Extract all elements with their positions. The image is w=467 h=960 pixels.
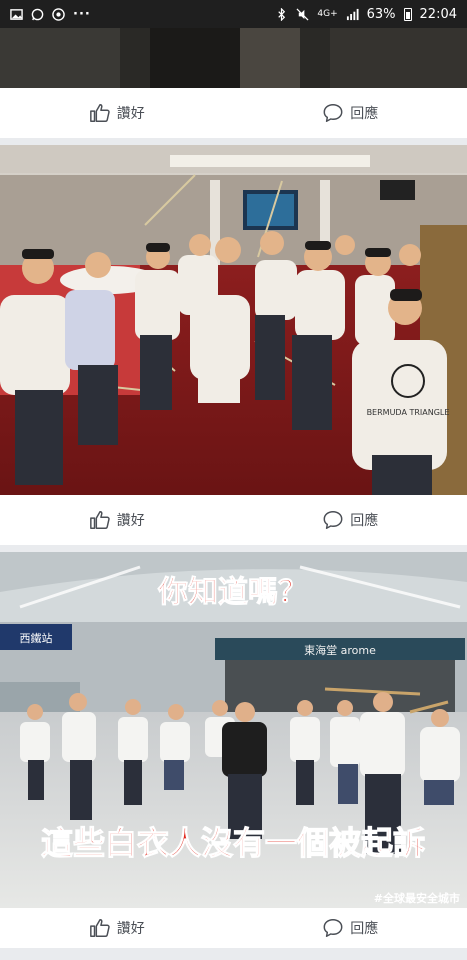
status-bar: ··· 4G+ 63% 22:04	[0, 0, 467, 28]
like-label: 讚好	[116, 921, 145, 937]
comment-icon	[323, 919, 343, 937]
post-photo-3[interactable]: 東海堂 arome 西鐵站 你知道嗎？ 這些白衣人沒有一個被起訴 #全球最安全城…	[0, 552, 467, 908]
like-button[interactable]: 讚好	[0, 917, 234, 939]
chrome-icon	[52, 7, 65, 21]
comment-button[interactable]: 回應	[234, 102, 467, 124]
signal-icon	[346, 8, 359, 20]
clock: 22:04	[419, 6, 457, 22]
shirt-print: BERMUDA TRIANGLE	[367, 408, 450, 417]
notification-icons: ···	[10, 7, 91, 22]
system-indicators: 4G+ 63% 22:04	[275, 7, 457, 22]
mute-icon	[296, 8, 309, 20]
comment-label: 回應	[350, 513, 379, 529]
station-sign: 西鐵站	[20, 631, 53, 645]
post-separator	[0, 948, 467, 960]
watermark: #全球最安全城市	[374, 891, 460, 905]
more-notifications-icon: ···	[73, 6, 91, 22]
battery-percent: 63%	[366, 6, 396, 22]
battery-icon	[403, 7, 412, 21]
post-photo-2[interactable]: BERMUDA TRIANGLE	[0, 145, 467, 495]
post-separator	[0, 138, 467, 145]
like-button[interactable]: 讚好	[0, 102, 234, 124]
photo-1-image	[0, 28, 467, 88]
post-actions-3: 讚好 回應	[0, 908, 467, 948]
post-photo-1[interactable]	[0, 28, 467, 88]
comment-label: 回應	[350, 921, 379, 937]
whatsapp-icon	[31, 8, 44, 20]
post-actions-1: 讚好 回應	[0, 88, 467, 138]
photo-2-image: BERMUDA TRIANGLE	[0, 145, 467, 495]
like-label: 讚好	[116, 513, 145, 529]
comment-icon	[323, 104, 343, 122]
gallery-icon	[10, 8, 23, 20]
comment-icon	[323, 511, 343, 529]
thumbs-up-icon	[89, 919, 110, 937]
like-label: 讚好	[116, 106, 145, 122]
caption: 這些白衣人沒有一個被起訴	[41, 824, 425, 862]
comment-button[interactable]: 回應	[234, 509, 467, 531]
comment-label: 回應	[350, 106, 379, 122]
thumbs-up-icon	[89, 104, 110, 122]
like-button[interactable]: 讚好	[0, 509, 234, 531]
comment-button[interactable]: 回應	[234, 917, 467, 939]
post-actions-2: 讚好 回應	[0, 495, 467, 545]
photo-3-image: 東海堂 arome 西鐵站 你知道嗎？ 這些白衣人沒有一個被起訴 #全球最安全城…	[0, 552, 467, 908]
headline: 你知道嗎？	[157, 575, 308, 610]
post-separator	[0, 545, 467, 552]
thumbs-up-icon	[89, 511, 110, 529]
shop-sign: 東海堂 arome	[304, 643, 376, 657]
bluetooth-icon	[278, 7, 286, 21]
network-type: 4G+	[317, 9, 338, 19]
